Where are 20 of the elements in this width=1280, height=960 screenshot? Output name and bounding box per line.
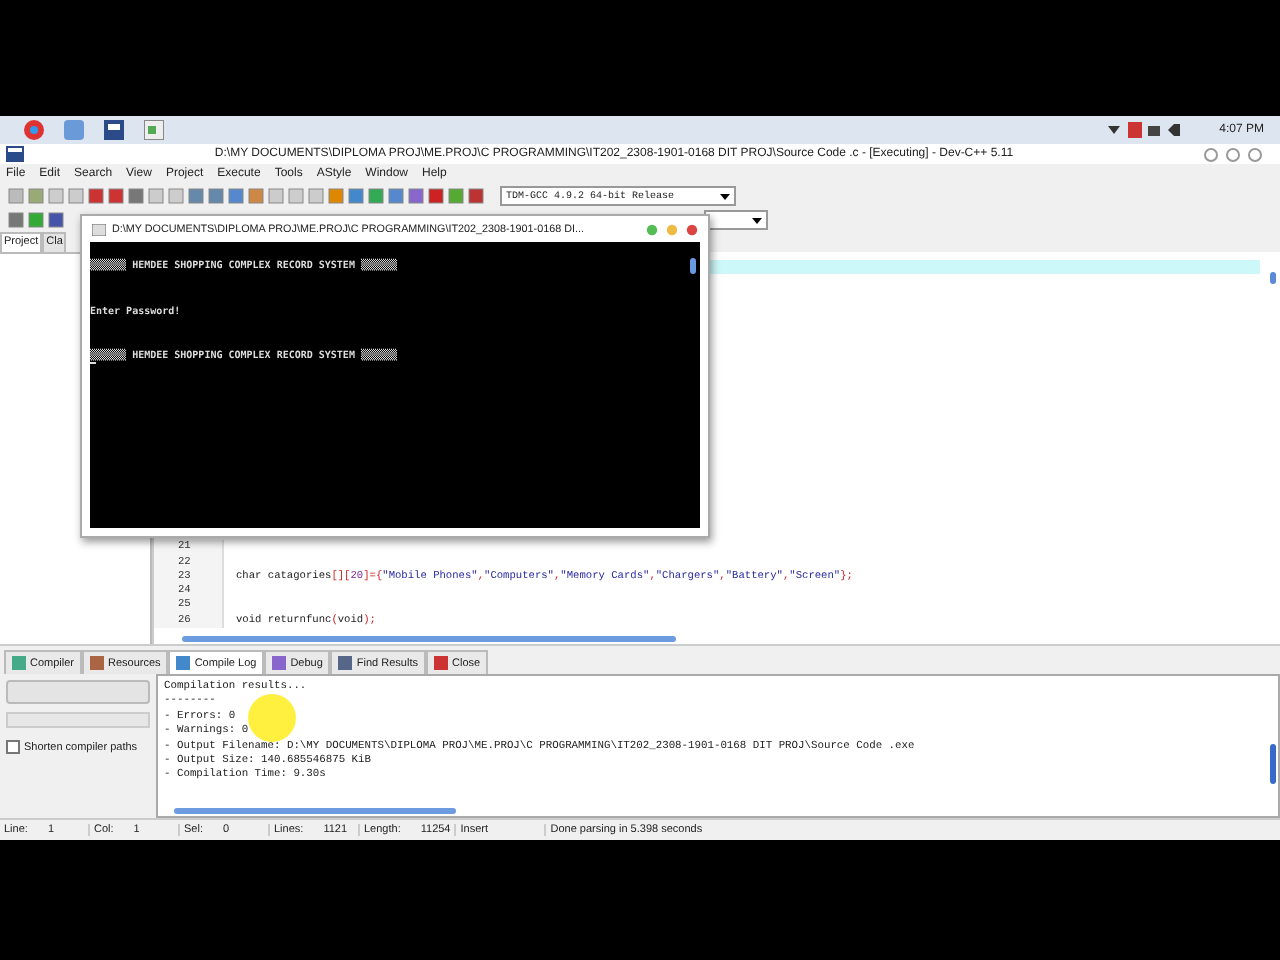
scrollbar-thumb[interactable] [690, 258, 696, 274]
scrollbar-thumb[interactable] [1270, 744, 1276, 784]
caret-icon [720, 193, 730, 199]
tab-icon [434, 656, 448, 670]
window-icon[interactable] [144, 120, 164, 140]
caret-icon [752, 217, 762, 223]
tab-icon [12, 656, 26, 670]
scrollbar-thumb[interactable] [182, 636, 677, 642]
browser-icon[interactable] [24, 120, 44, 140]
tab-icon [90, 656, 105, 670]
scrollbar-thumb[interactable] [1270, 272, 1276, 284]
tab-icon [272, 656, 287, 670]
window-controls-icon[interactable] [646, 223, 698, 235]
tab-icon [176, 656, 191, 670]
tab-icon [338, 656, 353, 670]
text-cursor [90, 362, 96, 365]
checkbox[interactable] [6, 740, 20, 754]
function-dropdown[interactable] [704, 210, 768, 230]
scrollbar-thumb[interactable] [174, 808, 456, 814]
app-icon[interactable] [104, 120, 124, 140]
